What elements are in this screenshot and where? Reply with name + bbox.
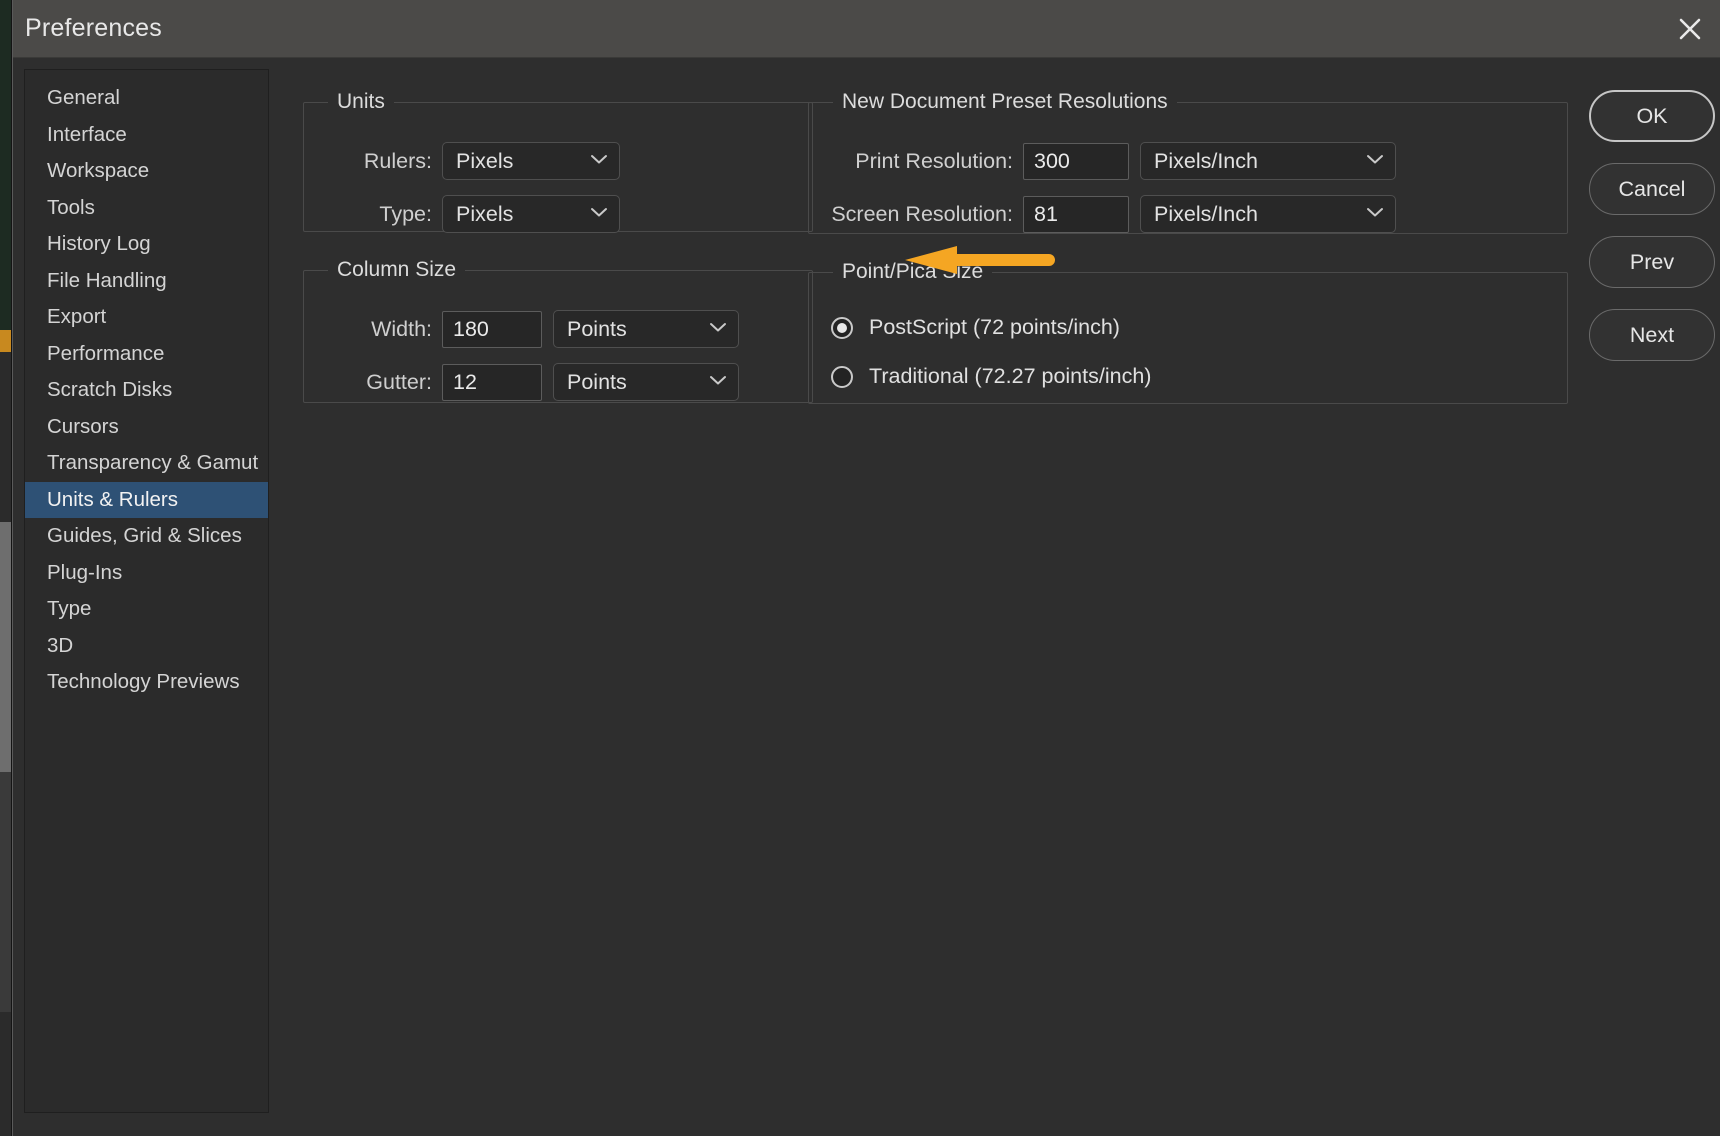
print-resolution-unit-select[interactable]: Pixels/Inch [1140, 142, 1396, 180]
column-gutter-row: Gutter: 12 Points [304, 363, 739, 401]
type-select-value: Pixels [456, 201, 514, 226]
type-select[interactable]: Pixels [442, 195, 620, 233]
column-width-unit-value: Points [567, 316, 627, 341]
radio-postscript-label: PostScript (72 points/inch) [869, 315, 1120, 339]
screen-resolution-unit-select[interactable]: Pixels/Inch [1140, 195, 1396, 233]
radio-traditional-indicator [831, 365, 853, 388]
cancel-button[interactable]: Cancel [1589, 163, 1715, 215]
sidebar-item-technology-previews[interactable]: Technology Previews [25, 664, 268, 701]
type-row: Type: Pixels [304, 195, 620, 233]
chevron-down-icon [590, 152, 608, 170]
screen-resolution-row: Screen Resolution: 81 Pixels/Inch [809, 195, 1396, 233]
screen-resolution-unit-value: Pixels/Inch [1154, 201, 1258, 226]
units-group: Units Rulers: Pixels Type: Pixels [303, 90, 813, 233]
sidebar-item-file-handling[interactable]: File Handling [25, 263, 268, 300]
column-gutter-input[interactable]: 12 [442, 363, 542, 401]
chevron-down-icon [590, 205, 608, 223]
column-size-group: Column Size Width: 180 Points Gutter: 12… [303, 258, 813, 403]
sidebar-item-3d[interactable]: 3D [25, 628, 268, 665]
close-button[interactable] [1669, 8, 1711, 50]
sidebar-item-export[interactable]: Export [25, 299, 268, 336]
print-resolution-label: Print Resolution: [855, 148, 1013, 173]
chevron-down-icon [1366, 205, 1384, 223]
sidebar-item-history-log[interactable]: History Log [25, 226, 268, 263]
next-button[interactable]: Next [1589, 309, 1715, 361]
sidebar-item-transparency-gamut[interactable]: Transparency & Gamut [25, 445, 268, 482]
dialog-titlebar: Preferences [13, 0, 1720, 58]
print-resolution-input[interactable]: 300 [1023, 142, 1129, 180]
sidebar-item-plug-ins[interactable]: Plug-Ins [25, 555, 268, 592]
print-resolution-row: Print Resolution: 300 Pixels/Inch [809, 142, 1396, 180]
radio-option-traditional[interactable]: Traditional (72.27 points/inch) [831, 364, 1151, 389]
preferences-dialog: Preferences General Interface Workspace … [12, 0, 1720, 1136]
dialog-title: Preferences [25, 14, 162, 42]
chevron-down-icon [709, 320, 727, 338]
column-gutter-unit-value: Points [567, 369, 627, 394]
units-group-legend: Units [337, 90, 385, 113]
category-list-inner: General Interface Workspace Tools Histor… [25, 70, 268, 701]
sidebar-item-type[interactable]: Type [25, 591, 268, 628]
rulers-select[interactable]: Pixels [442, 142, 620, 180]
sidebar-item-performance[interactable]: Performance [25, 336, 268, 373]
ok-button[interactable]: OK [1589, 90, 1715, 142]
sidebar-item-general[interactable]: General [25, 80, 268, 117]
column-width-unit-select[interactable]: Points [553, 310, 739, 348]
preferences-content: Units Rulers: Pixels Type: Pixels Column… [269, 58, 1720, 1136]
column-width-label: Width: [371, 316, 432, 341]
column-width-input[interactable]: 180 [442, 310, 542, 348]
sidebar-item-scratch-disks[interactable]: Scratch Disks [25, 372, 268, 409]
column-size-group-legend: Column Size [337, 258, 457, 281]
new-document-preset-resolutions-group: New Document Preset Resolutions Print Re… [808, 90, 1568, 234]
sidebar-item-units-rulers[interactable]: Units & Rulers [25, 481, 268, 518]
type-label: Type: [379, 201, 432, 226]
category-list[interactable]: General Interface Workspace Tools Histor… [24, 69, 269, 1113]
column-width-row: Width: 180 Points [304, 310, 739, 348]
print-resolution-unit-value: Pixels/Inch [1154, 148, 1258, 173]
sidebar-item-workspace[interactable]: Workspace [25, 153, 268, 190]
point-pica-size-group: Point/Pica Size PostScript (72 points/in… [808, 260, 1568, 404]
point-pica-group-legend: Point/Pica Size [842, 260, 984, 283]
screen-resolution-input[interactable]: 81 [1023, 195, 1129, 233]
column-gutter-unit-select[interactable]: Points [553, 363, 739, 401]
dialog-action-buttons: OK Cancel Prev Next [1589, 90, 1715, 382]
radio-postscript-indicator [831, 316, 853, 339]
rulers-label: Rulers: [363, 148, 432, 173]
chevron-down-icon [1366, 152, 1384, 170]
rulers-select-value: Pixels [456, 148, 514, 173]
close-icon [1677, 16, 1703, 42]
screen-resolution-label: Screen Resolution: [831, 201, 1013, 226]
rulers-row: Rulers: Pixels [304, 142, 620, 180]
sidebar-item-guides-grid-slices[interactable]: Guides, Grid & Slices [25, 518, 268, 555]
column-gutter-label: Gutter: [366, 369, 432, 394]
radio-option-postscript[interactable]: PostScript (72 points/inch) [831, 315, 1120, 340]
prev-button[interactable]: Prev [1589, 236, 1715, 288]
new-document-group-legend: New Document Preset Resolutions [842, 90, 1168, 113]
chevron-down-icon [709, 373, 727, 391]
sidebar-item-interface[interactable]: Interface [25, 117, 268, 154]
sidebar-item-cursors[interactable]: Cursors [25, 409, 268, 446]
radio-traditional-label: Traditional (72.27 points/inch) [869, 364, 1152, 388]
sidebar-item-tools[interactable]: Tools [25, 190, 268, 227]
